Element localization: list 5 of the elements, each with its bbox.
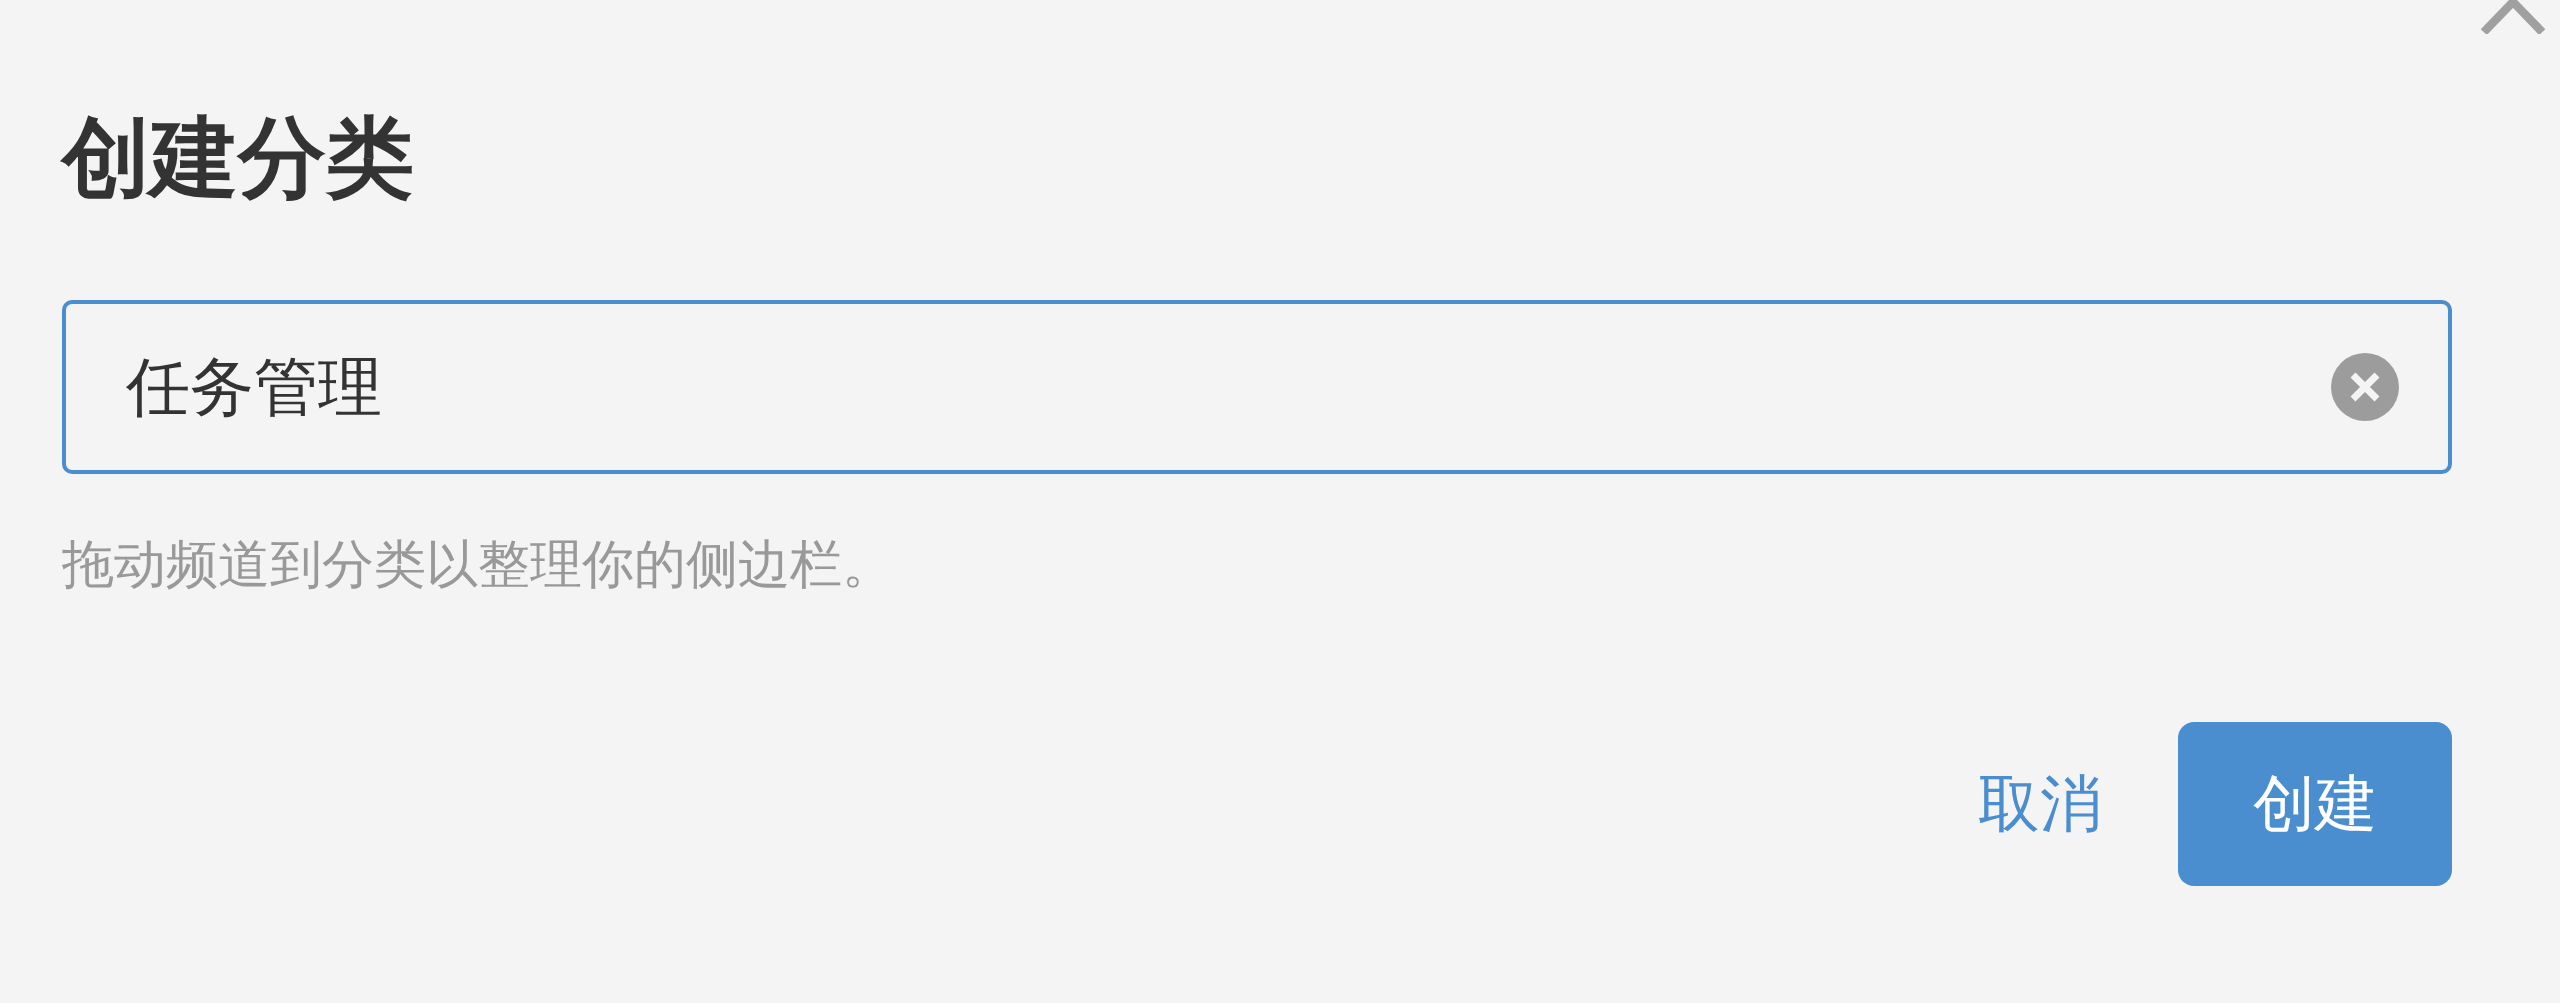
cancel-button[interactable]: 取消 (1978, 762, 2102, 846)
dialog-title: 创建分类 (62, 108, 415, 208)
clear-icon[interactable] (2330, 352, 2400, 422)
hint-text: 拖动频道到分类以整理你的侧边栏。 (62, 533, 895, 596)
create-button[interactable]: 创建 (2178, 722, 2452, 886)
